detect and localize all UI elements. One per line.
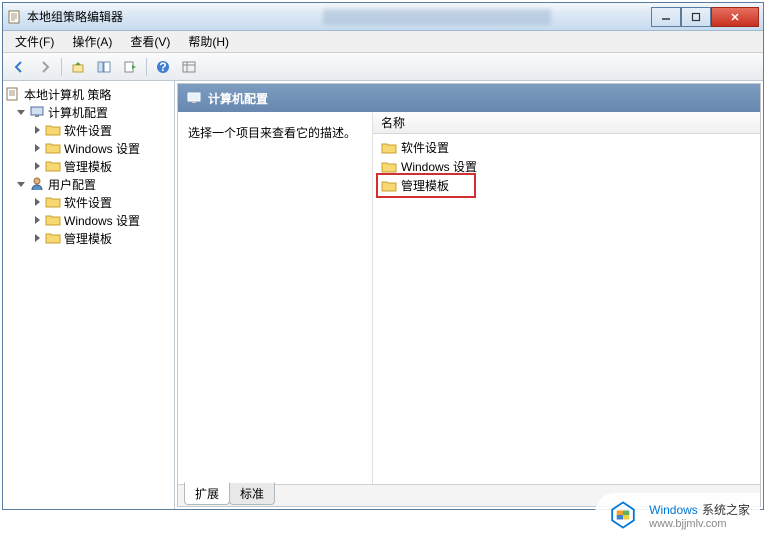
- menu-help[interactable]: 帮助(H): [180, 31, 237, 52]
- filter-button[interactable]: [177, 56, 201, 78]
- column-header-name[interactable]: 名称: [373, 112, 760, 134]
- tab-extended[interactable]: 扩展: [184, 482, 230, 505]
- expand-icon[interactable]: [31, 124, 43, 136]
- tree-label: 软件设置: [64, 194, 112, 211]
- close-button[interactable]: [711, 7, 759, 27]
- menu-action[interactable]: 操作(A): [64, 31, 120, 52]
- folder-icon: [381, 179, 397, 193]
- tree-windows-settings-user[interactable]: Windows 设置: [5, 211, 172, 229]
- list-item-windows[interactable]: Windows 设置: [379, 157, 754, 176]
- expand-icon[interactable]: [31, 142, 43, 154]
- list-item-software[interactable]: 软件设置: [379, 138, 754, 157]
- tree-label: Windows 设置: [64, 212, 140, 229]
- collapse-icon[interactable]: [15, 178, 27, 190]
- svg-text:?: ?: [159, 60, 166, 74]
- tree-software-settings[interactable]: 软件设置: [5, 121, 172, 139]
- list-pane: 名称 软件设置 Windows 设置 管理模板: [373, 112, 760, 484]
- description-pane: 选择一个项目来查看它的描述。: [178, 112, 373, 484]
- computer-icon: [186, 90, 202, 106]
- folder-icon: [45, 231, 61, 245]
- minimize-button[interactable]: [651, 7, 681, 27]
- export-button[interactable]: [118, 56, 142, 78]
- detail-body: 选择一个项目来查看它的描述。 名称 软件设置 Windows 设置: [178, 112, 760, 484]
- detail-title: 计算机配置: [208, 90, 268, 107]
- detail-panel: 计算机配置 选择一个项目来查看它的描述。 名称 软件设置: [177, 83, 761, 507]
- tree-label: 管理模板: [64, 158, 112, 175]
- folder-icon: [45, 123, 61, 137]
- tree-label: 本地计算机 策略: [24, 86, 111, 103]
- collapse-icon[interactable]: [15, 106, 27, 118]
- app-icon: [7, 9, 23, 25]
- watermark-text: Windows 系统之家 www.bjjmlv.com: [649, 501, 750, 530]
- tree-user-config[interactable]: 用户配置: [5, 175, 172, 193]
- app-window: 本地组策略编辑器 文件(F) 操作(A) 查看(V) 帮助(H) ? 本地计算机…: [2, 2, 764, 510]
- back-button[interactable]: [7, 56, 31, 78]
- watermark: Windows 系统之家 www.bjjmlv.com: [595, 493, 760, 537]
- user-icon: [29, 176, 45, 192]
- folder-icon: [45, 195, 61, 209]
- tree-windows-settings[interactable]: Windows 设置: [5, 139, 172, 157]
- menubar: 文件(F) 操作(A) 查看(V) 帮助(H): [3, 31, 763, 53]
- tree-label: 用户配置: [48, 176, 96, 193]
- body-area: 本地计算机 策略 计算机配置 软件设置 Windows 设置: [3, 81, 763, 509]
- menu-view[interactable]: 查看(V): [122, 31, 178, 52]
- tree-label: 软件设置: [64, 122, 112, 139]
- folder-icon: [45, 213, 61, 227]
- window-controls: [651, 7, 759, 27]
- help-button[interactable]: ?: [151, 56, 175, 78]
- tree-admin-templates-user[interactable]: 管理模板: [5, 229, 172, 247]
- description-prompt: 选择一个项目来查看它的描述。: [188, 124, 362, 141]
- tab-standard[interactable]: 标准: [229, 482, 275, 505]
- list-item-label: Windows 设置: [401, 158, 477, 175]
- expand-icon[interactable]: [31, 214, 43, 226]
- window-title: 本地组策略编辑器: [27, 8, 123, 25]
- toolbar-separator: [146, 58, 147, 76]
- titlebar-blur: [323, 9, 551, 25]
- tree-label: 计算机配置: [48, 104, 108, 121]
- tree-software-settings-user[interactable]: 软件设置: [5, 193, 172, 211]
- watermark-brand: Windows 系统之家: [649, 501, 750, 518]
- list-item-label: 管理模板: [401, 177, 449, 194]
- expand-icon[interactable]: [31, 232, 43, 244]
- tree-label: Windows 设置: [64, 140, 140, 157]
- show-hide-tree-button[interactable]: [92, 56, 116, 78]
- list-item-templates[interactable]: 管理模板: [379, 176, 473, 195]
- expand-icon[interactable]: [31, 196, 43, 208]
- toolbar: ?: [3, 53, 763, 81]
- folder-icon: [45, 141, 61, 155]
- policy-icon: [5, 86, 21, 102]
- list-area[interactable]: 软件设置 Windows 设置 管理模板: [373, 134, 760, 484]
- list-item-label: 软件设置: [401, 139, 449, 156]
- tree-admin-templates[interactable]: 管理模板: [5, 157, 172, 175]
- folder-icon: [45, 159, 61, 173]
- detail-header: 计算机配置: [178, 84, 760, 112]
- tree-root[interactable]: 本地计算机 策略: [5, 85, 172, 103]
- watermark-url: www.bjjmlv.com: [649, 518, 750, 530]
- expand-icon[interactable]: [31, 160, 43, 172]
- tree-computer-config[interactable]: 计算机配置: [5, 103, 172, 121]
- watermark-logo-icon: [605, 497, 641, 533]
- titlebar: 本地组策略编辑器: [3, 3, 763, 31]
- toolbar-separator: [61, 58, 62, 76]
- menu-file[interactable]: 文件(F): [7, 31, 62, 52]
- tree-label: 管理模板: [64, 230, 112, 247]
- forward-button[interactable]: [33, 56, 57, 78]
- maximize-button[interactable]: [681, 7, 711, 27]
- folder-icon: [381, 141, 397, 155]
- tree-panel[interactable]: 本地计算机 策略 计算机配置 软件设置 Windows 设置: [3, 81, 175, 509]
- computer-icon: [29, 104, 45, 120]
- folder-icon: [381, 160, 397, 174]
- up-button[interactable]: [66, 56, 90, 78]
